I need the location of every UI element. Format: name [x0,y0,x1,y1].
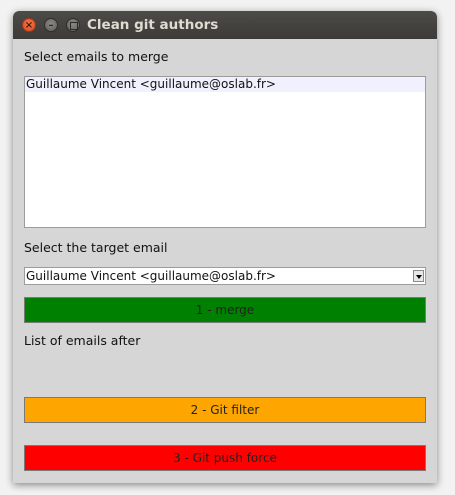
maximize-square [70,22,78,30]
window-title: Clean git authors [87,17,219,33]
merge-button[interactable]: 1 - merge [24,297,426,323]
target-email-value: Guillaume Vincent <guillaume@oslab.fr> [26,269,276,283]
app-window: × – Clean git authors Select emails to m… [13,11,437,483]
maximize-icon[interactable] [66,18,80,32]
select-emails-label: Select emails to merge [24,49,169,64]
list-after-label: List of emails after [24,333,141,348]
select-target-label: Select the target email [24,240,168,255]
list-item[interactable]: Guillaume Vincent <guillaume@oslab.fr> [25,77,425,92]
title-bar[interactable]: × – Clean git authors [13,11,437,39]
chevron-down-icon[interactable] [413,270,424,282]
minimize-icon[interactable]: – [44,18,58,32]
target-email-select[interactable]: Guillaume Vincent <guillaume@oslab.fr> [24,267,426,285]
git-filter-button[interactable]: 2 - Git filter [24,397,426,423]
git-push-force-button[interactable]: 3 - Git push force [24,445,426,471]
emails-listbox[interactable]: Guillaume Vincent <guillaume@oslab.fr> [24,76,426,228]
close-icon[interactable]: × [22,18,36,32]
